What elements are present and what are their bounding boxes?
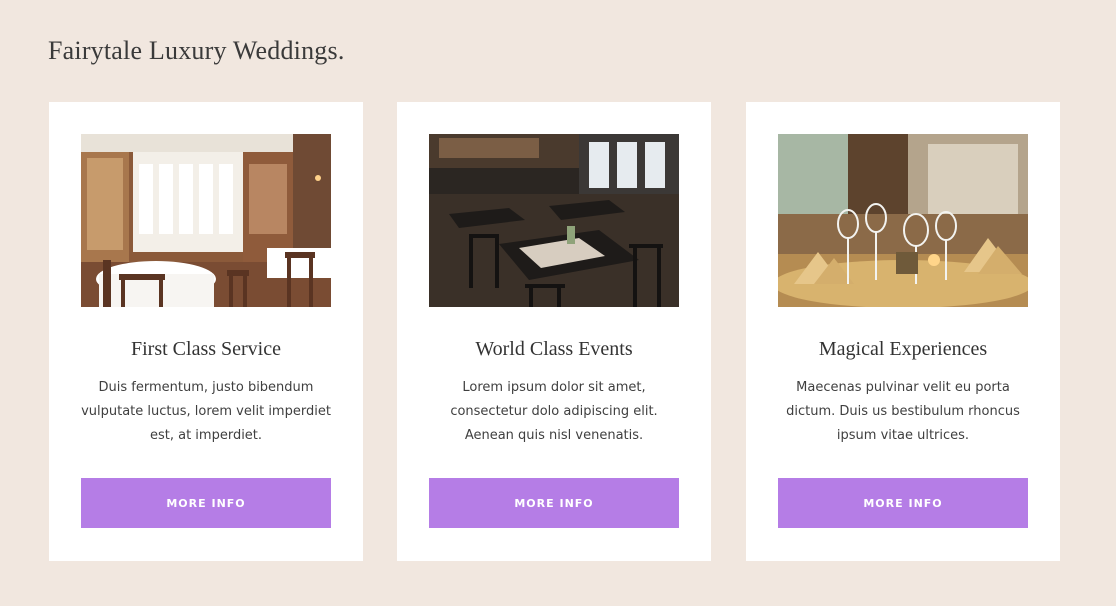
card-title: World Class Events <box>475 338 633 360</box>
card-magical-experiences: Magical Experiences Maecenas pulvinar ve… <box>746 102 1060 561</box>
card-first-class-service: First Class Service Duis fermentum, just… <box>49 102 363 561</box>
card-description: Maecenas pulvinar velit eu porta dictum.… <box>786 380 1020 443</box>
more-info-button[interactable]: MORE INFO <box>429 478 679 528</box>
more-info-button[interactable]: MORE INFO <box>778 478 1028 528</box>
card-title: First Class Service <box>131 338 281 360</box>
card-title: Magical Experiences <box>818 338 988 360</box>
card-world-class-events: World Class Events Lorem ipsum dolor sit… <box>397 102 711 561</box>
card-image-table-setting <box>778 134 1028 307</box>
card-image-restaurant-dark <box>429 134 679 307</box>
page-heading: Fairytale Luxury Weddings. <box>48 36 345 65</box>
card-description: Lorem ipsum dolor sit amet, consectetur … <box>450 380 658 443</box>
card-description: Duis fermentum, justo bibendum vulputate… <box>81 380 331 443</box>
card-image-restaurant-bright <box>81 134 331 307</box>
more-info-button[interactable]: MORE INFO <box>81 478 331 528</box>
